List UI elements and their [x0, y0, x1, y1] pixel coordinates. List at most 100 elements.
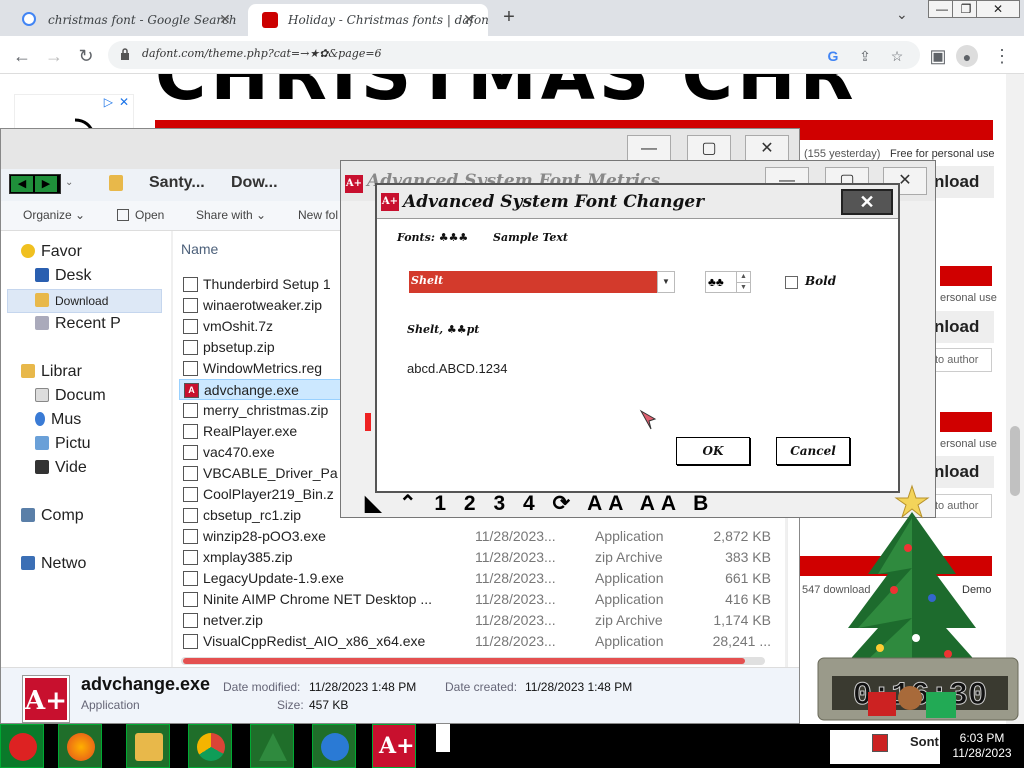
tab-google-search[interactable]: christmas font - Google Search ✕	[8, 4, 244, 36]
nav-desktop[interactable]: Desk	[35, 267, 91, 285]
ad-close-icon[interactable]: ✕	[119, 95, 129, 109]
nav-libraries[interactable]: Librar	[21, 363, 82, 381]
file-type-icon	[183, 340, 198, 355]
nav-pictures[interactable]: Pictu	[35, 435, 91, 453]
start-button[interactable]	[0, 724, 44, 768]
profile-avatar[interactable]: ●	[956, 45, 978, 67]
cancel-button[interactable]: Cancel	[776, 437, 850, 465]
back-arrow-icon[interactable]: ◀	[11, 176, 33, 192]
reload-button[interactable]: ↻	[74, 44, 98, 68]
taskbar-explorer[interactable]	[126, 724, 170, 768]
fonts-label: Fonts: ♣♣♣	[397, 231, 469, 244]
taskbar-messenger[interactable]	[312, 724, 356, 768]
new-tab-button[interactable]: +	[496, 6, 522, 30]
google-icon	[22, 12, 36, 26]
tray-app-icon[interactable]	[872, 734, 888, 752]
nav-documents[interactable]: Docum	[35, 387, 106, 405]
nav-recent-places[interactable]: Recent P	[35, 315, 121, 333]
side-panel-icon[interactable]: ▣	[926, 44, 950, 68]
spin-up-icon[interactable]: ▲	[736, 272, 750, 282]
font-select[interactable]: Shelt	[409, 271, 673, 293]
file-type-icon	[183, 592, 198, 607]
file-type-icon: A	[184, 383, 199, 398]
file-type-icon	[183, 487, 198, 502]
close-tab-icon[interactable]: ✕	[216, 11, 234, 29]
file-type-icon	[183, 319, 198, 334]
nav-music[interactable]: Mus	[35, 411, 81, 429]
menu-icon[interactable]: ⋮	[990, 44, 1014, 68]
open-button[interactable]: Open	[117, 208, 164, 222]
back-button[interactable]: ←	[10, 44, 34, 68]
taskbar-firefox[interactable]	[58, 724, 102, 768]
file-row[interactable]: netver.zip 11/28/2023... zip Archive 1,174 …	[179, 610, 779, 631]
chevron-down-icon[interactable]: ▼	[657, 271, 675, 293]
nav-computer[interactable]: Comp	[21, 507, 84, 525]
minimize-button[interactable]: —	[627, 135, 671, 163]
share-with-button[interactable]: Share with ⌄	[196, 208, 266, 222]
size-value: 457 KB	[309, 698, 349, 712]
desktop-icon	[35, 268, 49, 282]
file-name: Ninite AIMP Chrome NET Desktop ...	[203, 591, 433, 607]
ad-choices-icon[interactable]: ▷	[104, 95, 113, 109]
file-name: vac470.exe	[203, 444, 275, 460]
ok-button[interactable]: OK	[676, 437, 750, 465]
history-dropdown-icon[interactable]: ⌄	[65, 177, 73, 188]
file-row[interactable]: VisualCppRedist_AIO_x86_x64.exe 11/28/202…	[179, 631, 779, 652]
file-type-icon	[183, 424, 198, 439]
system-tray[interactable]: Sont	[830, 730, 940, 764]
nav-videos[interactable]: Vide	[35, 459, 87, 477]
column-header-name[interactable]: Name	[181, 241, 218, 257]
organize-button[interactable]: Organize ⌄	[23, 208, 85, 222]
forward-button[interactable]: →	[42, 44, 66, 68]
google-lens-icon[interactable]: G	[824, 47, 842, 65]
tab-search-button[interactable]: ⌄	[896, 6, 914, 26]
dialog-title: Advanced System Font Changer	[403, 192, 705, 212]
bookmark-star-icon[interactable]: ☆	[888, 47, 906, 65]
close-dialog-button[interactable]: ✕	[841, 189, 893, 215]
breadcrumb-user[interactable]: Santy...	[149, 174, 205, 192]
size-label: Size:	[277, 698, 304, 712]
details-pane: A+ advchange.exe Application Date modifi…	[1, 667, 799, 723]
metrics-toolbar[interactable]: ◣ ⌃ 1 2 3 4 ⟳ AA AA B	[365, 491, 714, 516]
close-button[interactable]: ✕	[745, 135, 789, 163]
file-row[interactable]: winzip28-pOO3.exe 11/28/2023... Applicatio…	[179, 526, 779, 547]
omnibox[interactable]: dafont.com/theme.php?cat=→★✿&page=6 G ⇪ …	[108, 41, 920, 69]
scrollbar-thumb[interactable]	[183, 658, 745, 664]
file-row[interactable]: Ninite AIMP Chrome NET Desktop ... 11/28/…	[179, 589, 779, 610]
donate-to-author-button[interactable]: to author	[934, 348, 992, 372]
tab-dafont[interactable]: Holiday - Christmas fonts | dafont.com ✕	[248, 4, 488, 36]
taskbar-tree[interactable]	[250, 724, 294, 768]
bold-checkbox[interactable]	[785, 276, 798, 289]
nav-label: Librar	[41, 363, 82, 380]
breadcrumb-downloads[interactable]: Dow...	[231, 174, 278, 192]
christmas-tree-widget[interactable]: 0:16:30	[808, 478, 1024, 724]
nav-network[interactable]: Netwo	[21, 555, 86, 573]
close-window-button[interactable]: ✕	[976, 0, 1020, 18]
file-date: 11/28/2023...	[475, 591, 556, 607]
download-button[interactable]: nload	[934, 311, 994, 343]
file-name: xmplay385.zip	[203, 549, 293, 565]
nav-favorites[interactable]: Favor	[21, 243, 82, 261]
file-date: 11/28/2023...	[475, 549, 556, 565]
taskbar-chrome[interactable]	[188, 724, 232, 768]
file-row[interactable]: xmplay385.zip 11/28/2023... zip Archive 383…	[179, 547, 779, 568]
file-name: vmOshit.7z	[203, 318, 274, 334]
file-type-icon	[183, 361, 198, 376]
close-tab-icon[interactable]: ✕	[460, 11, 478, 29]
new-folder-button[interactable]: New fol	[298, 208, 338, 222]
font-size-spinner[interactable]: ♣♣ ▲ ▼	[705, 271, 751, 293]
list-horizontal-scrollbar[interactable]	[181, 657, 765, 665]
taskbar-font-changer[interactable]: A+	[372, 724, 416, 768]
maximize-button[interactable]: ▢	[687, 135, 731, 163]
modified-label: Date modified:	[223, 680, 301, 694]
nav-downloads[interactable]: Download	[35, 293, 108, 308]
spin-down-icon[interactable]: ▼	[736, 282, 750, 292]
file-row[interactable]: LegacyUpdate-1.9.exe 11/28/2023... Applica…	[179, 568, 779, 589]
browser-tab-strip: christmas font - Google Search ✕ Holiday…	[0, 0, 1024, 36]
taskbar-clock[interactable]: 6:03 PM 11/28/2023	[940, 728, 1024, 764]
file-name: LegacyUpdate-1.9.exe	[203, 570, 344, 586]
download-button[interactable]: nload	[934, 166, 994, 198]
nav-arrows[interactable]: ◀ ▶	[9, 174, 61, 194]
share-icon[interactable]: ⇪	[856, 47, 874, 65]
forward-arrow-icon[interactable]: ▶	[35, 176, 57, 192]
